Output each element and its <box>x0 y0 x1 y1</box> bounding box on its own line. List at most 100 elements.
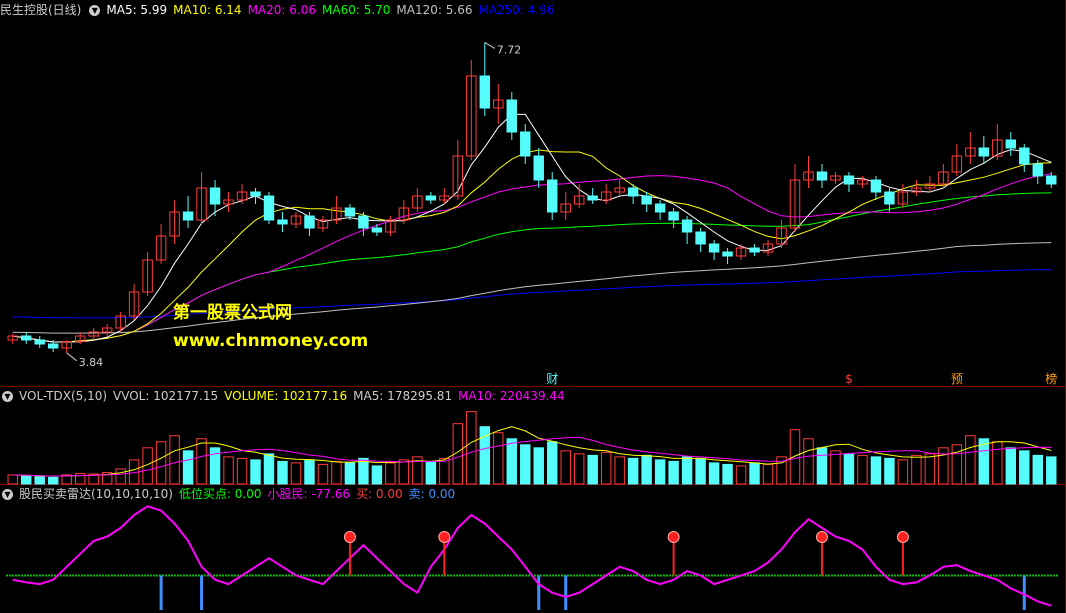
radar-panel-menu-icon[interactable]: ▼ <box>2 489 13 500</box>
candle-body <box>870 179 882 193</box>
volume-label-3: MA5: 178295.81 <box>353 389 453 403</box>
volume-bar <box>708 462 720 485</box>
candle-body <box>1005 139 1017 149</box>
radar-line <box>12 505 1052 607</box>
candle-body <box>816 171 828 181</box>
high-price-label: 7.72 <box>497 43 522 56</box>
volume-bar <box>857 454 868 485</box>
high-pointer <box>484 41 496 49</box>
volume-bar <box>34 475 45 485</box>
volume-bar <box>789 429 801 485</box>
volume-panel-menu-icon[interactable]: ▼ <box>2 391 13 402</box>
volume-bar <box>587 454 598 485</box>
volume-bar <box>924 453 936 485</box>
volume-bar <box>560 450 571 485</box>
volume-bar <box>843 453 855 485</box>
volume-label-2: VOLUME: 102177.16 <box>224 389 348 403</box>
candle-body <box>587 195 598 201</box>
candle-body <box>250 191 261 197</box>
volume-bar <box>803 438 814 485</box>
volume-bar <box>344 462 356 485</box>
volume-bar <box>263 453 275 485</box>
candle-body <box>182 211 194 221</box>
buy-signal-pin <box>896 531 909 543</box>
price-layer: 7.72 3.84 财 $ 预 榜 <box>7 41 1057 386</box>
volume-bar <box>250 459 261 485</box>
volume-bar <box>290 462 302 485</box>
volume-bar <box>641 454 652 485</box>
candle-body <box>641 195 652 205</box>
volume-bar <box>978 438 990 485</box>
candle-body <box>47 343 59 349</box>
event-marker-0: 财 <box>546 372 558 386</box>
candle-body <box>978 147 990 157</box>
volume-bar <box>493 432 504 485</box>
volume-bar <box>466 411 477 485</box>
buy-signal-pin <box>343 531 356 543</box>
candle-body <box>304 215 315 229</box>
candle-body <box>1046 175 1057 185</box>
watermark-title: 第一股票公式网 <box>173 303 292 323</box>
candle-body <box>1019 147 1030 165</box>
candle-body <box>722 251 733 257</box>
candle-body <box>344 207 356 217</box>
radar-label-4: 卖: 0.00 <box>408 487 456 501</box>
candle-body <box>681 219 693 233</box>
volume-label-0: VOL-TDX(5,10) <box>19 389 108 403</box>
event-marker-3: 榜 <box>1045 371 1057 386</box>
volume-bar <box>155 441 167 485</box>
stock-chart-app: 民生控股(日线) ▼ MA5: 5.99 MA10: 6.14 MA20: 6.06 MA… <box>0 0 1066 613</box>
candle-body <box>533 155 544 181</box>
ma120-line <box>12 242 1052 334</box>
volume-label-1: VVOL: 102177.15 <box>113 389 219 403</box>
volume-bar <box>182 450 194 485</box>
volume-bar <box>331 460 342 485</box>
volume-bar <box>897 459 909 485</box>
radar-label-1: 低位买点: 0.00 <box>178 487 262 501</box>
volume-bar <box>21 475 32 485</box>
volume-bar <box>830 450 841 485</box>
candle-body <box>371 227 383 233</box>
ma20-line <box>12 173 1052 343</box>
candle-body <box>654 203 666 213</box>
volume-bar <box>992 441 1003 485</box>
volume-bar <box>735 465 747 485</box>
volume-bar <box>223 456 234 485</box>
volume-bar <box>398 459 410 485</box>
candle-body <box>34 339 45 345</box>
volume-bar <box>965 435 976 485</box>
candle-body <box>358 215 369 229</box>
buy-signal-pin <box>815 531 828 543</box>
volume-bar <box>547 441 558 485</box>
candle-body <box>263 195 275 221</box>
volume-bar <box>668 460 679 485</box>
volume-bar <box>439 457 450 485</box>
volume-bar <box>749 462 760 485</box>
main-chart[interactable]: 7.72 3.84 财 $ 预 榜 <box>0 0 1066 613</box>
volume-bar <box>385 462 396 485</box>
volume-bar <box>371 465 383 485</box>
volume-bar <box>1032 454 1043 485</box>
event-marker-2: 预 <box>951 372 963 386</box>
candle-body <box>749 247 760 253</box>
volume-bar <box>722 463 733 485</box>
volume-bar <box>277 460 288 485</box>
volume-bar <box>533 447 544 485</box>
candle-body <box>668 211 679 221</box>
radar-label-2: 小股民: -77.66 <box>267 487 351 501</box>
volume-bar <box>614 456 625 485</box>
candle-body <box>479 75 491 109</box>
event-marker-1: $ <box>845 372 853 386</box>
candle-body <box>209 187 221 205</box>
candle-body <box>695 231 706 245</box>
candle-body <box>547 179 558 213</box>
volume-bar <box>695 457 706 485</box>
volume-bar <box>762 463 774 485</box>
volume-bar <box>870 456 882 485</box>
volume-bar <box>1019 450 1030 485</box>
candle-body <box>884 191 895 205</box>
volume-ma10-line <box>12 436 1052 477</box>
ma5-line <box>12 113 1052 343</box>
candle-body <box>506 99 517 133</box>
volume-bar <box>196 438 207 485</box>
